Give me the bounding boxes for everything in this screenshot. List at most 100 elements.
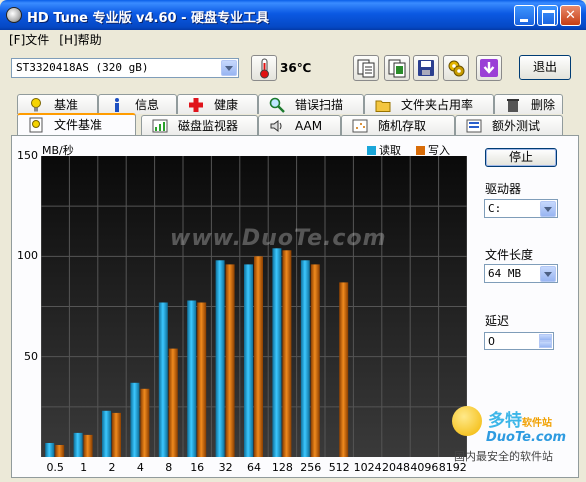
chevron-down-icon[interactable] xyxy=(540,266,556,282)
y-tick-label: 50 xyxy=(24,349,38,363)
drive-dropdown-value: ST3320418AS (320 gB) xyxy=(16,61,149,74)
write-bar xyxy=(168,348,178,457)
maximize-button[interactable] xyxy=(537,5,558,26)
menu-help[interactable]: [H]帮助 xyxy=(54,31,106,49)
copy-text-button[interactable] xyxy=(353,55,379,81)
menu-bar: [F]文件 [H]帮助 xyxy=(4,31,107,49)
read-bar xyxy=(272,248,282,457)
disk-monitor-icon xyxy=(152,119,168,133)
read-bar xyxy=(158,302,168,457)
read-bar xyxy=(215,260,225,457)
tab-erase-label: 删除 xyxy=(531,98,556,112)
tab-disk-monitor-label: 磁盘监视器 xyxy=(178,119,239,133)
tab-extra-tests[interactable]: 额外测试 xyxy=(455,115,563,135)
x-tick-label: 4096 xyxy=(410,461,439,474)
tab-aam[interactable]: AAM xyxy=(258,115,341,135)
close-button[interactable]: ✕ xyxy=(560,5,581,26)
delay-label: 延迟 xyxy=(485,314,510,328)
delay-value: 0 xyxy=(488,335,495,348)
write-bar xyxy=(339,282,349,457)
drive-dropdown[interactable]: ST3320418AS (320 gB) xyxy=(11,58,239,78)
drive-letter-dropdown[interactable]: C: xyxy=(484,199,558,218)
tab-random-access-label: 随机存取 xyxy=(378,119,427,133)
title-bar: HD Tune 专业版 v4.60 - 硬盘专业工具 ✕ xyxy=(0,0,586,30)
erase-icon xyxy=(507,99,519,112)
x-tick-label: 16 xyxy=(190,461,205,474)
tab-error-scan[interactable]: 错误扫描 xyxy=(258,94,364,114)
write-bar xyxy=(225,264,235,457)
read-bar xyxy=(300,260,310,457)
download-icon xyxy=(480,59,498,77)
temperature-button[interactable] xyxy=(251,55,277,81)
tab-extra-tests-label: 额外测试 xyxy=(492,119,541,133)
chart-canvas xyxy=(40,156,468,457)
write-bar xyxy=(140,388,150,457)
stop-button[interactable]: 停止 xyxy=(485,148,557,167)
write-bar xyxy=(83,434,93,457)
tab-aam-label: AAM xyxy=(295,119,323,133)
tab-error-scan-label: 错误扫描 xyxy=(295,98,344,112)
chevron-down-icon[interactable] xyxy=(221,60,237,76)
spin-down-icon[interactable] xyxy=(539,341,552,348)
duote-badge-icon xyxy=(452,406,482,436)
write-bar xyxy=(254,256,263,457)
x-tick-label: 2 xyxy=(108,461,116,474)
delay-spinner[interactable]: 0 xyxy=(484,332,554,350)
health-icon xyxy=(189,98,203,112)
tab-info[interactable]: 信息 xyxy=(98,94,177,114)
window-title: HD Tune 专业版 v4.60 - 硬盘专业工具 xyxy=(27,11,270,26)
download-button[interactable] xyxy=(476,55,502,81)
transfer-rate-chart xyxy=(40,156,468,457)
tab-folder-usage[interactable]: 文件夹占用率 xyxy=(364,94,494,114)
folder-usage-icon xyxy=(375,100,391,112)
write-bar xyxy=(197,302,207,457)
tab-health[interactable]: 健康 xyxy=(177,94,258,114)
write-bar xyxy=(310,264,320,457)
info-icon xyxy=(115,98,119,112)
y-tick-label: 100 xyxy=(17,249,38,263)
x-tick-label: 32 xyxy=(218,461,233,474)
temperature-readout: 36℃ xyxy=(280,61,312,75)
tab-disk-monitor[interactable]: 磁盘监视器 xyxy=(141,115,258,135)
exit-button[interactable]: 退出 xyxy=(519,55,571,80)
tab-random-access[interactable]: 随机存取 xyxy=(341,115,455,135)
file-length-dropdown[interactable]: 64 MB xyxy=(484,264,558,283)
drive-label: 驱动器 xyxy=(485,182,522,196)
copy-screenshot-button[interactable] xyxy=(384,55,410,81)
options-icon xyxy=(448,60,465,77)
chevron-down-icon[interactable] xyxy=(540,201,556,217)
read-bar xyxy=(102,410,111,457)
tab-erase[interactable]: 删除 xyxy=(494,94,563,114)
spin-up-icon[interactable] xyxy=(539,334,552,341)
minimize-button[interactable] xyxy=(514,5,535,26)
write-bar xyxy=(112,412,121,457)
read-bar xyxy=(130,382,140,457)
x-tick-label: 0.5 xyxy=(46,461,64,474)
app-disk-icon xyxy=(6,7,22,23)
x-tick-label: 1 xyxy=(80,461,88,474)
tab-info-label: 信息 xyxy=(135,98,160,112)
x-tick-label: 4 xyxy=(136,461,144,474)
tab-benchmark-label: 基准 xyxy=(54,98,79,112)
watermark-url: DuoTe.com xyxy=(486,430,567,445)
watermark-text: www.DuoTe.com xyxy=(170,226,387,251)
save-button[interactable] xyxy=(413,55,439,81)
menu-file[interactable]: [F]文件 xyxy=(4,31,54,49)
x-tick-label: 64 xyxy=(247,461,261,474)
tab-file-benchmark-label: 文件基准 xyxy=(54,118,103,132)
read-bar xyxy=(45,443,55,457)
x-tick-label: 2048 xyxy=(382,461,410,474)
read-bar xyxy=(73,432,83,457)
options-button[interactable] xyxy=(443,55,469,81)
legend-read-swatch xyxy=(367,145,376,155)
tab-file-benchmark[interactable]: 文件基准 xyxy=(17,113,136,135)
watermark-slogan: 国内最安全的软件站 xyxy=(454,450,553,463)
watermark-brand-suffix: 软件站 xyxy=(522,418,552,429)
x-tick-label: 256 xyxy=(300,461,322,474)
x-tick-label: 1024 xyxy=(353,461,382,474)
random-access-icon xyxy=(352,119,368,133)
copy-screenshot-icon xyxy=(388,59,406,78)
aam-speaker-icon xyxy=(270,120,282,132)
tab-benchmark[interactable]: 基准 xyxy=(17,94,98,114)
file-length-label: 文件长度 xyxy=(485,248,534,262)
